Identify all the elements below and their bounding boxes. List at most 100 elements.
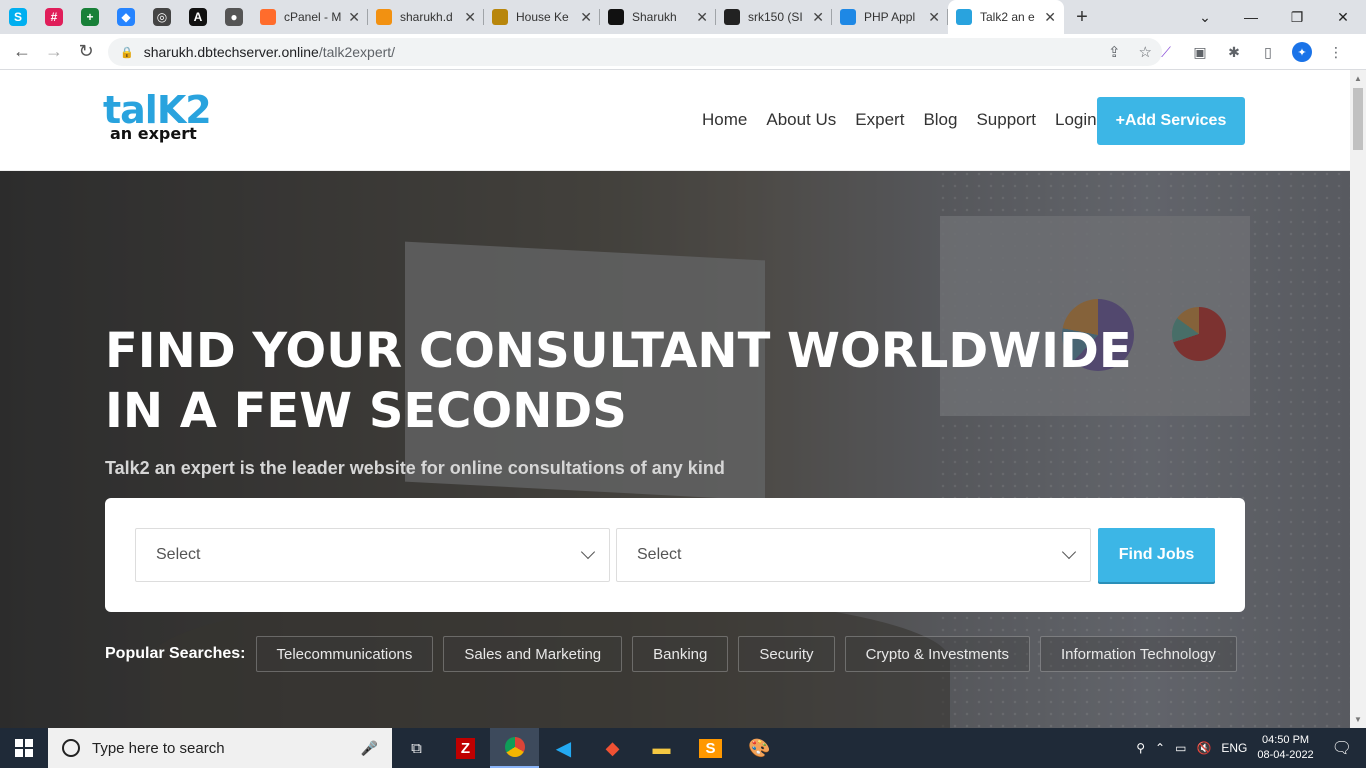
close-tab-icon[interactable]: ✕ (348, 9, 360, 26)
isbt-favicon-icon (840, 9, 856, 25)
slack-icon: # (45, 8, 63, 26)
system-tray: ⚲ ⌃ ▭ 🔇 ENG 04:50 PM 08-04-2022 🗨 (1136, 728, 1366, 768)
side-panel-icon[interactable]: ▯ (1258, 42, 1278, 62)
close-tab-icon[interactable]: ✕ (696, 9, 708, 26)
scroll-down-icon[interactable]: ▼ (1354, 715, 1362, 724)
add-services-button[interactable]: +Add Services (1097, 97, 1245, 145)
volume-muted-icon[interactable]: 🔇 (1196, 741, 1211, 755)
minimize-icon[interactable]: — (1228, 0, 1274, 34)
browser-tab-bar: S # + ◆ ◎ A ● cPanel - M ✕ sharukh.d ✕ House Ke ✕ Sh… (0, 0, 1366, 34)
task-view-icon[interactable]: ⧉ (392, 728, 441, 768)
back-icon[interactable]: ← (6, 41, 38, 62)
H-favicon-icon (608, 9, 624, 25)
find-jobs-button[interactable]: Find Jobs (1098, 528, 1215, 582)
browser-tab[interactable]: PHP Appl ✕ (832, 0, 948, 34)
pinned-tab-globe[interactable]: ● (216, 0, 252, 34)
close-tab-icon[interactable]: ✕ (812, 9, 824, 26)
network-icon[interactable]: ▭ (1175, 741, 1186, 755)
font-icon: A (189, 8, 207, 26)
url-bar[interactable]: 🔒 sharukh.dbtechserver.online/talk2exper… (108, 38, 1162, 66)
show-hidden-icons[interactable]: ⌃ (1155, 741, 1165, 755)
bookmark-star-icon[interactable]: ☆ (1139, 43, 1152, 61)
notifications-icon[interactable]: 🗨 (1332, 738, 1352, 758)
taskbar-search[interactable]: Type here to search 🎤 (48, 728, 392, 768)
popular-search-chip[interactable]: Security (738, 636, 835, 672)
people-icon[interactable]: ⚲ (1136, 741, 1145, 755)
extension-pen-icon[interactable]: ⟋ (1156, 42, 1176, 62)
menu-kebab-icon[interactable]: ⋮ (1326, 42, 1346, 62)
clock[interactable]: 04:50 PM 08-04-2022 (1257, 733, 1313, 763)
browser-tab[interactable]: Talk2 an e ✕ (948, 0, 1064, 34)
lock-icon[interactable]: 🔒 (120, 46, 134, 59)
close-window-icon[interactable]: ✕ (1320, 0, 1366, 34)
close-tab-icon[interactable]: ✕ (580, 9, 592, 26)
forward-icon[interactable]: → (38, 41, 70, 62)
web-page: talK2 an expert Home About Us Expert Blog Su… (0, 70, 1350, 728)
chevron-down-icon (1061, 544, 1077, 560)
pinned-tab-circle[interactable]: ◎ (144, 0, 180, 34)
windows-start-icon[interactable] (0, 728, 48, 768)
pinned-tab-font[interactable]: A (180, 0, 216, 34)
sublime-icon[interactable]: S (686, 728, 735, 768)
nav-link-about-us[interactable]: About Us (766, 110, 836, 130)
tab-title: Sharukh (632, 10, 677, 24)
paint-icon[interactable]: 🎨 (735, 728, 784, 768)
scroll-up-icon[interactable]: ▲ (1354, 74, 1362, 83)
circle-icon: ◎ (153, 8, 171, 26)
file-explorer-icon[interactable]: ▬ (637, 728, 686, 768)
reload-icon[interactable]: ↻ (70, 41, 102, 62)
tab-title: cPanel - M (284, 10, 342, 24)
share-icon[interactable]: ⇪ (1108, 43, 1121, 61)
skype-icon: S (9, 8, 27, 26)
git-icon[interactable]: ◆ (588, 728, 637, 768)
profile-avatar[interactable]: ✦ (1292, 42, 1312, 62)
browser-tab[interactable]: Sharukh ✕ (600, 0, 716, 34)
popular-search-chip[interactable]: Telecommunications (255, 636, 434, 672)
browser-tab[interactable]: sharukh.d ✕ (368, 0, 484, 34)
hero-headline: FIND YOUR CONSULTANT WORLDWIDE IN A FEW … (105, 321, 1132, 441)
site-logo[interactable]: talK2 an expert (103, 91, 212, 143)
new-tab-button[interactable]: + (1064, 6, 1100, 29)
location-select-value: Select (637, 546, 682, 563)
browser-tab[interactable]: srk150 (SI ✕ (716, 0, 832, 34)
chrome-icon[interactable] (490, 728, 539, 768)
talk2-favicon-icon (956, 9, 972, 25)
pinned-tab-skype[interactable]: S (0, 0, 36, 34)
popular-search-chip[interactable]: Information Technology (1039, 636, 1237, 672)
page-scrollbar[interactable]: ▲ ▼ (1350, 70, 1366, 728)
microphone-icon[interactable]: 🎤 (361, 740, 378, 757)
pinned-tab-slack[interactable]: # (36, 0, 72, 34)
extension-image-icon[interactable]: ▣ (1190, 42, 1210, 62)
nav-link-blog[interactable]: Blog (923, 110, 957, 130)
extensions-puzzle-icon[interactable]: ✱ (1224, 42, 1244, 62)
filezilla-icon[interactable]: Z (441, 728, 490, 768)
scrollbar-thumb[interactable] (1353, 88, 1363, 150)
hero-section: FIND YOUR CONSULTANT WORLDWIDE IN A FEW … (0, 171, 1350, 728)
close-tab-icon[interactable]: ✕ (928, 9, 940, 26)
pinned-tab-jira[interactable]: ◆ (108, 0, 144, 34)
close-tab-icon[interactable]: ✕ (464, 9, 476, 26)
nav-link-expert[interactable]: Expert (855, 110, 904, 130)
vscode-icon[interactable]: ◀ (539, 728, 588, 768)
popular-search-chip[interactable]: Sales and Marketing (443, 636, 623, 672)
restore-icon[interactable]: ❐ (1274, 0, 1320, 34)
pinned-tab-sheets[interactable]: + (72, 0, 108, 34)
browser-tab[interactable]: cPanel - M ✕ (252, 0, 368, 34)
popular-search-chip[interactable]: Crypto & Investments (844, 636, 1030, 672)
close-tab-icon[interactable]: ✕ (1044, 9, 1056, 26)
taskbar-search-placeholder: Type here to search (92, 739, 225, 757)
category-select[interactable]: Select (135, 528, 610, 582)
logo-text-bottom: an expert (110, 124, 197, 143)
nav-link-login[interactable]: Login (1055, 110, 1097, 130)
nav-link-home[interactable]: Home (702, 110, 747, 130)
popular-searches: Popular Searches: Telecommunications Sale… (105, 636, 1237, 672)
language-indicator[interactable]: ENG (1221, 741, 1247, 755)
window-controls: ⌄ — ❐ ✕ (1182, 0, 1366, 34)
tab-title: House Ke (516, 10, 569, 24)
nav-link-support[interactable]: Support (976, 110, 1036, 130)
popular-search-chip[interactable]: Banking (632, 636, 729, 672)
tab-search-icon[interactable]: ⌄ (1182, 0, 1228, 34)
hero-subtitle: Talk2 an expert is the leader website fo… (105, 458, 725, 478)
location-select[interactable]: Select (616, 528, 1091, 582)
browser-tab[interactable]: House Ke ✕ (484, 0, 600, 34)
